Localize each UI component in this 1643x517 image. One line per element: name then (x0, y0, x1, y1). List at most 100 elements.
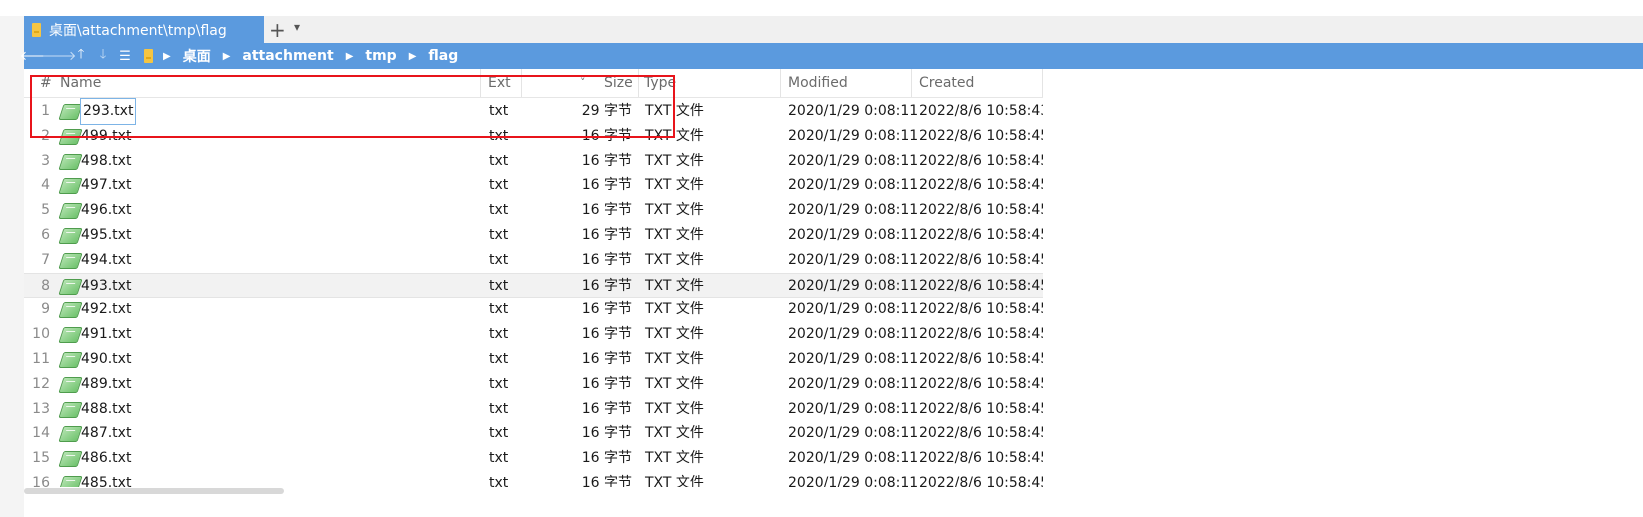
horizontal-scrollbar[interactable] (24, 488, 284, 494)
breadcrumb-attachment[interactable]: attachment (242, 48, 333, 64)
table-row[interactable]: 15 486.txt txt 16 字节 TXT 文件 2020/1/29 0:08:11… (24, 446, 1043, 471)
table-row[interactable]: 10 491.txt txt 16 字节 TXT 文件 2020/1/29 0:08:11… (24, 322, 1043, 347)
breadcrumb-flag[interactable]: flag (428, 48, 458, 64)
table-row[interactable]: 16 485.txt txt 16 字节 TXT 文件 2020/1/29 0:08:11… (24, 471, 1043, 487)
file-ext: txt (489, 475, 509, 487)
row-number: 11 (32, 351, 50, 367)
file-list: # Name Ext ˅ Size Type Modified Created … (24, 69, 1043, 487)
folder-icon (32, 22, 41, 37)
file-name[interactable]: 293.txt (79, 98, 137, 125)
column-divider[interactable] (780, 69, 781, 97)
menu-icon[interactable]: ☰ (114, 45, 136, 67)
txt-file-icon (58, 153, 83, 170)
file-modified: 2020/1/29 0:08:11 (788, 127, 919, 144)
breadcrumb-separator-icon[interactable]: ▶ (223, 51, 231, 62)
column-header-number[interactable]: # (40, 69, 52, 97)
txt-file-icon (58, 352, 83, 368)
txt-file-icon (58, 203, 83, 220)
table-row[interactable]: 1 293.txt txt 29 字节 TXT 文件 2020/1/29 0:08:11 2… (24, 98, 1043, 125)
file-name[interactable]: 487.txt (81, 421, 131, 446)
file-created: 2022/8/6 10:58:45 (919, 375, 1043, 392)
row-number: 8 (41, 277, 50, 294)
table-row[interactable]: 14 487.txt txt 16 字节 TXT 文件 2020/1/29 0:08:11… (24, 421, 1043, 446)
breadcrumb-separator-icon[interactable]: ▶ (163, 51, 171, 62)
column-divider[interactable] (1042, 69, 1043, 97)
file-name[interactable]: 497.txt (81, 173, 131, 198)
file-modified: 2020/1/29 0:08:11 (788, 177, 919, 194)
file-created: 2022/8/6 10:58:45 (919, 475, 1043, 487)
file-name[interactable]: 488.txt (81, 397, 131, 422)
up-arrow-icon[interactable]: 🡑 (70, 45, 92, 67)
file-name[interactable]: 496.txt (81, 198, 131, 223)
file-type: TXT 文件 (645, 127, 704, 144)
file-ext: txt (489, 301, 509, 318)
file-name[interactable]: 494.txt (81, 248, 131, 273)
file-name[interactable]: 485.txt (81, 471, 131, 487)
file-modified: 2020/1/29 0:08:11 (788, 375, 919, 392)
breadcrumb-separator-icon[interactable]: ▶ (346, 51, 354, 62)
column-header-created[interactable]: Created (919, 69, 974, 97)
file-name[interactable]: 498.txt (81, 149, 131, 174)
table-row[interactable]: 11 490.txt txt 16 字节 TXT 文件 2020/1/29 0:08:11… (24, 347, 1043, 372)
folder-icon[interactable] (144, 49, 153, 63)
column-header-modified[interactable]: Modified (788, 69, 848, 97)
row-number: 4 (41, 177, 50, 194)
file-type: TXT 文件 (645, 425, 704, 442)
forward-arrow-icon[interactable]: 🡒 (42, 45, 77, 67)
file-name[interactable]: 491.txt (81, 322, 131, 347)
table-row[interactable]: 2 499.txt txt 16 字节 TXT 文件 2020/1/29 0:08:11 2… (24, 124, 1043, 149)
file-size: 16 字节 (581, 400, 632, 417)
column-header-name[interactable]: Name (60, 69, 101, 97)
table-row[interactable]: 12 489.txt txt 16 字节 TXT 文件 2020/1/29 0:08:11… (24, 372, 1043, 397)
row-number: 3 (41, 152, 50, 169)
row-number: 6 (41, 227, 50, 243)
column-divider[interactable] (638, 69, 639, 97)
breadcrumb-tmp[interactable]: tmp (365, 48, 396, 64)
column-header-size[interactable]: Size (604, 69, 633, 97)
column-header-ext[interactable]: Ext (488, 69, 511, 97)
table-row[interactable]: 9 492.txt txt 16 字节 TXT 文件 2020/1/29 0:08:11 2… (24, 297, 1043, 322)
table-row[interactable]: 13 488.txt txt 16 字节 TXT 文件 2020/1/29 0:08:11… (24, 397, 1043, 422)
tab-menu-dropdown-icon[interactable]: ▾ (294, 20, 300, 34)
column-divider[interactable] (480, 69, 481, 97)
file-name[interactable]: 499.txt (81, 124, 131, 149)
file-ext: txt (489, 177, 509, 194)
table-row[interactable]: 8 493.txt txt 16 字节 TXT 文件 2020/1/29 0:08:11 2… (24, 272, 1043, 299)
file-size: 16 字节 (581, 326, 632, 343)
file-size: 16 字节 (581, 277, 632, 294)
column-header-type[interactable]: Type (644, 69, 676, 97)
breadcrumb-separator-icon[interactable]: ▶ (409, 51, 417, 62)
new-tab-button[interactable]: + (269, 18, 286, 42)
row-number: 16 (32, 475, 50, 487)
table-row[interactable]: 7 494.txt txt 16 字节 TXT 文件 2020/1/29 0:08:11 2… (24, 248, 1043, 273)
file-name[interactable]: 495.txt (81, 223, 131, 248)
file-type: TXT 文件 (645, 103, 704, 119)
file-size: 16 字节 (581, 425, 632, 442)
table-row[interactable]: 4 497.txt txt 16 字节 TXT 文件 2020/1/29 0:08:11 2… (24, 173, 1043, 198)
file-ext: txt (489, 202, 509, 219)
tab-current-folder[interactable]: 桌面\attachment\tmp\flag (24, 16, 264, 43)
table-row[interactable]: 3 498.txt txt 16 字节 TXT 文件 2020/1/29 0:08:11 2… (24, 149, 1043, 174)
column-divider[interactable] (521, 69, 522, 97)
row-number: 13 (32, 400, 50, 417)
column-divider[interactable] (911, 69, 912, 97)
file-name[interactable]: 486.txt (81, 446, 131, 471)
file-size: 16 字节 (581, 351, 632, 367)
txt-file-icon (58, 401, 83, 418)
sort-descending-icon[interactable]: ˅ (580, 69, 586, 97)
txt-file-icon (58, 476, 83, 487)
file-name[interactable]: 492.txt (81, 297, 131, 322)
file-name[interactable]: 489.txt (81, 372, 131, 397)
file-created: 2022/8/6 10:58:45 (919, 127, 1043, 144)
file-type: TXT 文件 (645, 375, 704, 392)
file-created: 2022/8/6 10:58:45 (919, 326, 1043, 343)
file-name[interactable]: 493.txt (81, 274, 131, 299)
row-number: 2 (41, 127, 50, 144)
breadcrumb-desktop[interactable]: 桌面 (183, 46, 211, 66)
down-arrow-icon[interactable]: 🡓 (92, 45, 114, 67)
txt-file-icon (58, 128, 83, 145)
left-margin (0, 16, 24, 517)
file-name[interactable]: 490.txt (81, 347, 131, 372)
table-row[interactable]: 6 495.txt txt 16 字节 TXT 文件 2020/1/29 0:08:11 2… (24, 223, 1043, 248)
table-row[interactable]: 5 496.txt txt 16 字节 TXT 文件 2020/1/29 0:08:11 2… (24, 198, 1043, 223)
